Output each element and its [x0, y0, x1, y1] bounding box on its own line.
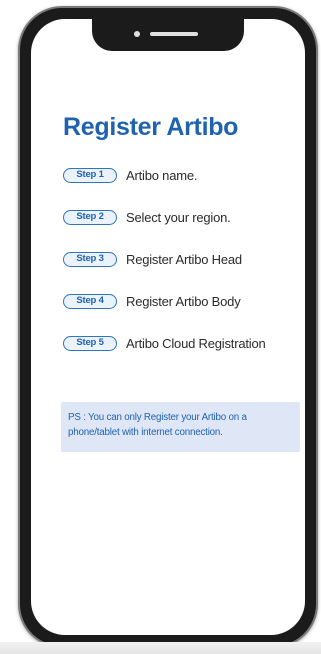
phone-frame: Register Artibo Step 1 Artibo name. Step… — [18, 6, 318, 648]
info-note: PS : You can only Register your Artibo o… — [61, 402, 300, 452]
step-label: Select your region. — [126, 210, 231, 225]
phone-screen: Register Artibo Step 1 Artibo name. Step… — [31, 19, 305, 635]
steps-list: Step 1 Artibo name. Step 2 Select your r… — [63, 167, 305, 377]
step-badge: Step 4 — [63, 294, 117, 309]
step-label: Register Artibo Head — [126, 252, 242, 267]
bottom-edge-shadow — [0, 642, 321, 654]
list-item-step-1: Step 1 Artibo name. — [63, 167, 305, 184]
step-label: Artibo name. — [126, 168, 198, 183]
list-item-step-3: Step 3 Register Artibo Head — [63, 251, 305, 268]
list-item-step-2: Step 2 Select your region. — [63, 209, 305, 226]
step-badge: Step 2 — [63, 210, 117, 225]
phone-notch — [92, 19, 244, 51]
list-item-step-4: Step 4 Register Artibo Body — [63, 293, 305, 310]
speaker-grille-icon — [150, 32, 198, 36]
step-badge: Step 3 — [63, 252, 117, 267]
step-badge: Step 5 — [63, 336, 117, 351]
front-camera-icon — [134, 31, 140, 37]
step-label: Artibo Cloud Registration — [126, 336, 266, 351]
step-label: Register Artibo Body — [126, 294, 241, 309]
list-item-step-5: Step 5 Artibo Cloud Registration — [63, 335, 305, 352]
stage: Register Artibo Step 1 Artibo name. Step… — [0, 0, 321, 654]
step-badge: Step 1 — [63, 168, 117, 183]
page-title: Register Artibo — [63, 113, 239, 141]
